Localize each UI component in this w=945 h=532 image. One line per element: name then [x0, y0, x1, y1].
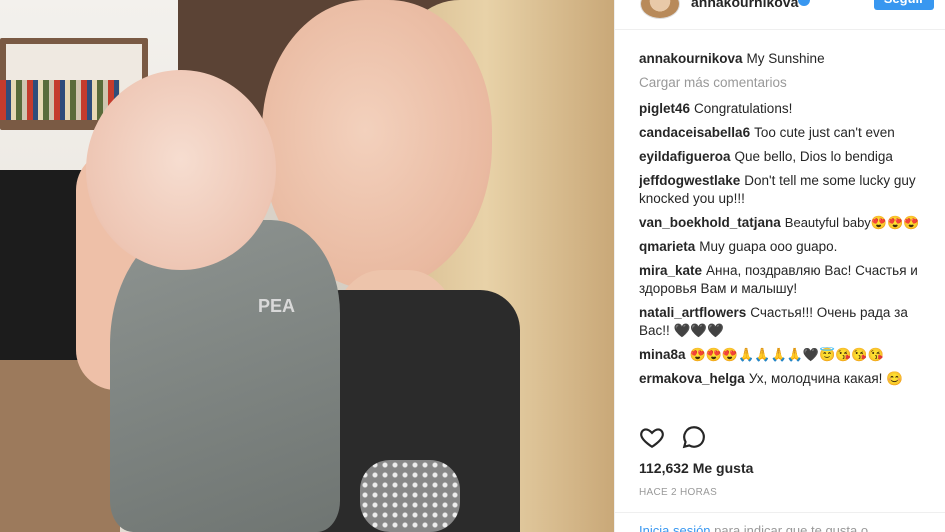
- comment-text: Congratulations!: [694, 101, 793, 116]
- comment-username[interactable]: mina8a: [639, 347, 686, 362]
- speech-bubble-icon[interactable]: [681, 424, 709, 452]
- comment-text: Que bello, Dios lo bendiga: [734, 149, 893, 164]
- comment-item: mina8a 😍😍😍🙏🙏🙏🙏🖤😇😘😘😘: [639, 346, 935, 364]
- comment-item: piglet46 Congratulations!: [639, 100, 935, 118]
- photo-baby-body: [110, 220, 340, 532]
- likes-count[interactable]: 112,632 Me gusta: [639, 460, 753, 476]
- login-prompt: Inicia sesión para indicar que te gusta …: [615, 512, 945, 532]
- load-more-comments-link[interactable]: Cargar más comentarios: [639, 74, 935, 92]
- post-header: annakournikova Seguir: [615, 0, 945, 30]
- comment-item: ermakova_helga Ух, молодчина какая! 😊: [639, 370, 935, 388]
- avatar[interactable]: [640, 0, 680, 19]
- comment-username[interactable]: candaceisabella6: [639, 125, 750, 140]
- comment-username[interactable]: jeffdogwestlake: [639, 173, 740, 188]
- comment-text: Too cute just can't even: [754, 125, 895, 140]
- comment-item: van_boekhold_tatjana Beautyful baby😍😍😍: [639, 214, 935, 232]
- comment-username[interactable]: ermakova_helga: [639, 371, 745, 386]
- post-timestamp[interactable]: HACE 2 HORAS: [639, 487, 717, 498]
- caption: annakournikova My Sunshine: [639, 50, 935, 68]
- comment-item: candaceisabella6 Too cute just can't even: [639, 124, 935, 142]
- comment-username[interactable]: eyildafigueroa: [639, 149, 731, 164]
- post-photo[interactable]: PEA: [0, 0, 614, 532]
- verified-badge-icon: [798, 0, 810, 6]
- post-actions: [639, 424, 935, 454]
- comment-text: Muy guapa ooo guapo.: [699, 239, 838, 254]
- comment-item: jeffdogwestlake Don't tell me some lucky …: [639, 172, 935, 208]
- comment-username[interactable]: natali_artflowers: [639, 305, 746, 320]
- comment-item: natali_artflowers Счастья!!! Очень рада з…: [639, 304, 935, 340]
- header-username[interactable]: annakournikova: [691, 0, 798, 10]
- caption-username[interactable]: annakournikova: [639, 51, 743, 66]
- follow-button[interactable]: Seguir: [874, 0, 934, 10]
- comment-username[interactable]: piglet46: [639, 101, 690, 116]
- comment-text: Beautyful baby😍😍😍: [784, 215, 920, 230]
- post-side-panel: annakournikova Seguir annakournikovaMy S…: [614, 0, 945, 532]
- login-prompt-text: para indicar que te gusta o: [710, 523, 869, 532]
- photo-shirt-text: PEA: [258, 296, 296, 316]
- comment-item: eyildafigueroa Que bello, Dios lo bendiga: [639, 148, 935, 166]
- comment-item: mira_kate Анна, поздравляю Вас! Счастья и…: [639, 262, 935, 298]
- caption-text: My Sunshine: [746, 51, 825, 66]
- comment-text: Ух, молодчина какая! 😊: [748, 371, 903, 386]
- comment-username[interactable]: qmarieta: [639, 239, 695, 254]
- heart-outline-icon[interactable]: [639, 424, 667, 452]
- login-link[interactable]: Inicia sesión: [639, 523, 711, 532]
- photo-sock: [360, 460, 460, 532]
- photo-baby-head: [86, 70, 276, 270]
- comment-username[interactable]: van_boekhold_tatjana: [639, 215, 781, 230]
- comments-list[interactable]: annakournikova My Sunshine Cargar más com…: [639, 50, 935, 412]
- comment-text: 😍😍😍🙏🙏🙏🙏🖤😇😘😘😘: [689, 347, 884, 362]
- comment-username[interactable]: mira_kate: [639, 263, 702, 278]
- comment-item: qmarieta Muy guapa ooo guapo.: [639, 238, 935, 256]
